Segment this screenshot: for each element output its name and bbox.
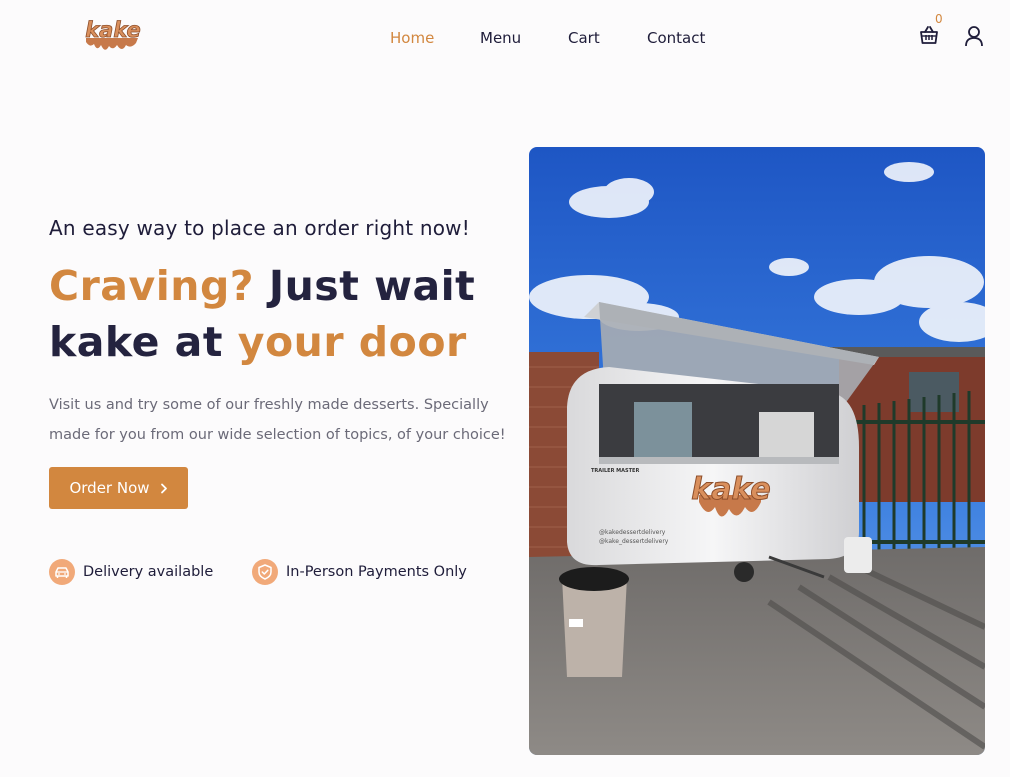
nav-menu[interactable]: Menu (480, 29, 521, 47)
trailer-social-1: @kakedessertdelivery (599, 529, 666, 536)
account-button[interactable] (964, 25, 986, 49)
shield-check-icon (252, 559, 278, 585)
hero-tagline: An easy way to place an order right now! (49, 216, 470, 240)
order-now-label: Order Now (69, 479, 150, 497)
hero-headline: Craving? Just wait kake at your door (49, 258, 519, 370)
food-trailer-photo: kake @kakedessertdelivery @kake_dessertd… (529, 147, 985, 755)
nav-cart[interactable]: Cart (568, 29, 600, 47)
nav-home[interactable]: Home (390, 29, 434, 47)
logo-text: kake (85, 18, 141, 42)
trailer-badge: TRAILER MASTER (591, 468, 639, 474)
site-header: kake Home Menu Cart Contact 0 (0, 0, 1010, 75)
cart-button[interactable] (918, 24, 942, 48)
feature-payments: In-Person Payments Only (252, 559, 467, 585)
feature-payments-label: In-Person Payments Only (286, 564, 467, 580)
feature-delivery: Delivery available (49, 559, 213, 585)
food-trailer-illustration: kake @kakedessertdelivery @kake_dessertd… (529, 147, 985, 755)
chevron-right-icon (160, 483, 167, 493)
user-icon (965, 26, 983, 47)
cart-count-badge: 0 (935, 12, 943, 26)
feature-delivery-label: Delivery available (83, 564, 214, 580)
headline-craving: Craving? (49, 262, 255, 310)
trailer-social-2: @kake_dessertdelivery (599, 538, 669, 545)
headline-your-door: your door (237, 318, 467, 366)
brand-logo[interactable]: kake (82, 12, 144, 56)
basket-icon (920, 26, 938, 44)
nav-contact[interactable]: Contact (647, 29, 705, 47)
trailer-logo-text: kake (691, 472, 770, 507)
car-icon (49, 559, 75, 585)
hero-description: Visit us and try some of our freshly mad… (49, 397, 506, 443)
order-now-button[interactable]: Order Now (49, 467, 188, 509)
